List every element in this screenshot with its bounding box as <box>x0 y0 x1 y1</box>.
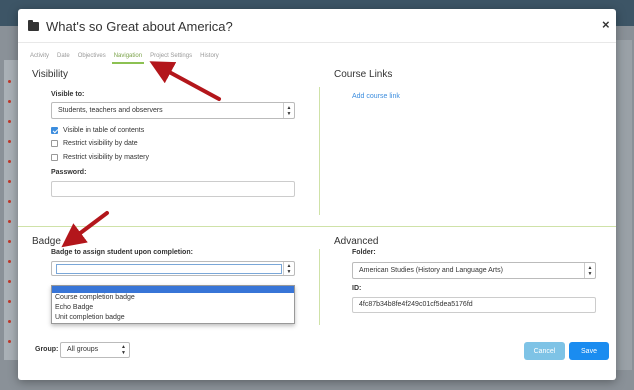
close-icon[interactable]: × <box>602 17 610 32</box>
visibility-title: Visibility <box>32 69 68 80</box>
badge-select-value <box>56 264 282 274</box>
tab-bar: Activity Date Objectives Navigation Proj… <box>30 52 219 64</box>
tab-date[interactable]: Date <box>57 52 70 64</box>
tab-navigation[interactable]: Navigation <box>111 52 145 64</box>
visible-to-label: Visible to: <box>51 91 85 98</box>
option-visible-in-toc[interactable]: Visible in table of contents <box>51 127 144 134</box>
badge-select[interactable]: ▲ ▼ <box>51 261 295 276</box>
checkbox-restrict-by-date[interactable] <box>51 140 58 147</box>
cancel-button[interactable]: Cancel <box>524 342 565 360</box>
advanced-title: Advanced <box>334 236 379 247</box>
section-divider <box>319 87 320 215</box>
option-label: Restrict visibility by mastery <box>63 154 149 161</box>
edit-modal: What's so Great about America? × Activit… <box>18 9 616 380</box>
password-label: Password: <box>51 169 87 176</box>
background-sidebar <box>4 60 18 360</box>
folder-label: Folder: <box>352 249 376 256</box>
background-right-panel <box>616 40 632 370</box>
badge-option-blank[interactable] <box>52 286 294 293</box>
tab-history[interactable]: History <box>200 52 219 64</box>
visible-to-select[interactable]: Students, teachers and observers ▲ ▼ <box>51 102 295 119</box>
checkbox-restrict-by-mastery[interactable] <box>51 154 58 161</box>
option-restrict-by-mastery[interactable]: Restrict visibility by mastery <box>51 154 149 161</box>
group-select[interactable]: All groups ▲ ▼ <box>60 342 130 358</box>
option-label: Visible in table of contents <box>63 127 145 134</box>
save-button[interactable]: Save <box>569 342 609 360</box>
badge-dropdown-list: Course completion badge Echo Badge Unit … <box>51 285 295 324</box>
group-value: All groups <box>67 346 99 353</box>
tab-activity[interactable]: Activity <box>30 52 49 64</box>
badge-option-course-completion[interactable]: Course completion badge <box>52 293 294 303</box>
section-divider <box>319 249 320 325</box>
badge-assign-label: Badge to assign student upon completion: <box>51 249 193 256</box>
id-label: ID: <box>352 285 362 292</box>
badge-title: Badge <box>32 236 61 247</box>
group-label: Group: <box>35 346 59 353</box>
select-arrows-icon: ▲ ▼ <box>283 262 294 275</box>
folder-select[interactable]: American Studies (History and Language A… <box>352 262 596 279</box>
visible-to-value: Students, teachers and observers <box>58 107 163 114</box>
add-course-link[interactable]: Add course link <box>352 93 400 100</box>
checkbox-visible-in-toc[interactable] <box>51 127 58 134</box>
select-arrows-icon: ▲ ▼ <box>283 103 294 118</box>
badge-option-unit-completion[interactable]: Unit completion badge <box>52 313 294 323</box>
modal-header: What's so Great about America? × <box>18 9 616 43</box>
badge-option-echo[interactable]: Echo Badge <box>52 303 294 313</box>
password-input[interactable] <box>51 181 295 197</box>
select-arrows-icon: ▲ ▼ <box>584 263 595 278</box>
select-arrows-icon: ▲ ▼ <box>121 344 126 356</box>
modal-title: What's so Great about America? <box>46 19 233 34</box>
id-field[interactable]: 4fc87b34b8fe4f249c01cf5dea5176fd <box>352 297 596 313</box>
option-label: Restrict visibility by date <box>63 140 138 147</box>
tab-project-settings[interactable]: Project Settings <box>150 52 192 64</box>
tab-objectives[interactable]: Objectives <box>78 52 106 64</box>
course-links-title: Course Links <box>334 69 393 80</box>
folder-value: American Studies (History and Language A… <box>359 267 503 274</box>
horizontal-divider <box>18 226 616 227</box>
option-restrict-by-date[interactable]: Restrict visibility by date <box>51 140 138 147</box>
folder-icon <box>28 20 39 31</box>
